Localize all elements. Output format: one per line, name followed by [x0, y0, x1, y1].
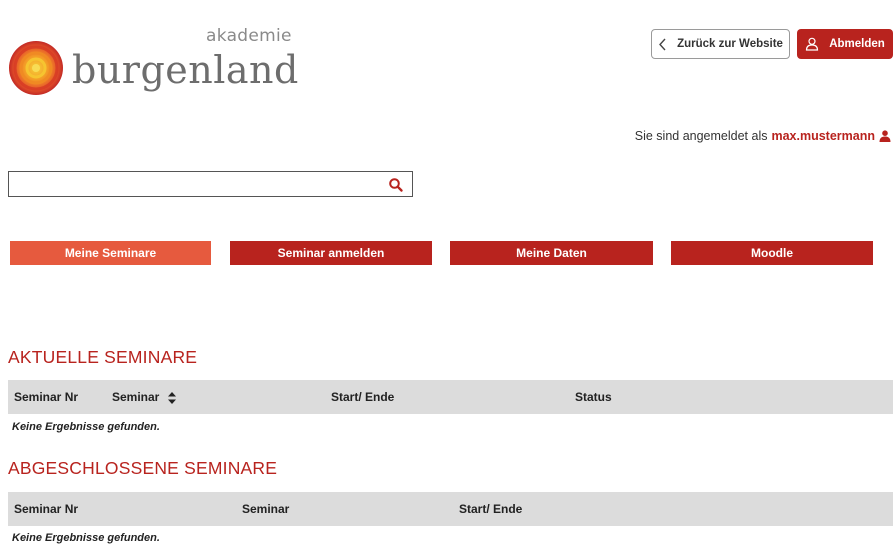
burgenland-sun-logo-icon [9, 41, 63, 95]
tab-label: Meine Seminare [64, 246, 157, 260]
column-header-seminar[interactable]: Seminar [112, 390, 177, 405]
tab-label: Seminar anmelden [277, 246, 385, 260]
user-icon [879, 130, 891, 142]
sort-icon[interactable] [167, 391, 177, 405]
finished-seminars-table-header: Seminar Nr Seminar Start/ Ende [8, 492, 893, 526]
chevron-left-icon [659, 38, 666, 50]
login-info: Sie sind angemeldet als max.mustermann [635, 129, 891, 143]
back-to-website-label: Zurück zur Website [677, 38, 783, 50]
search-box [8, 171, 413, 197]
tab-label: Meine Daten [516, 246, 587, 260]
tab-seminar-anmelden[interactable]: Seminar anmelden [230, 241, 432, 265]
user-outline-icon [806, 37, 819, 51]
tab-meine-seminare[interactable]: Meine Seminare [10, 241, 211, 265]
logo-title: burgenland [72, 48, 299, 92]
column-header-start-ende[interactable]: Start/ Ende [459, 502, 522, 516]
tab-moodle[interactable]: Moodle [671, 241, 873, 265]
tab-label: Moodle [751, 246, 793, 260]
search-icon[interactable] [388, 177, 404, 193]
column-header-start-ende[interactable]: Start/ Ende [331, 390, 394, 404]
logout-label: Abmelden [829, 38, 885, 50]
column-header-seminar-nr[interactable]: Seminar Nr [14, 502, 78, 516]
column-header-seminar[interactable]: Seminar [242, 502, 289, 516]
tab-meine-daten[interactable]: Meine Daten [450, 241, 653, 265]
column-header-label: Seminar [112, 390, 160, 404]
username[interactable]: max.mustermann [771, 129, 875, 143]
finished-seminars-heading: ABGESCHLOSSENE SEMINARE [8, 458, 278, 478]
login-prefix: Sie sind angemeldet als [634, 129, 768, 143]
current-seminars-heading: AKTUELLE SEMINARE [8, 347, 198, 367]
site-logo[interactable]: akademie burgenland [8, 26, 298, 96]
back-to-website-button[interactable]: Zurück zur Website [651, 29, 790, 59]
current-seminars-empty-message: Keine Ergebnisse gefunden. [12, 421, 160, 433]
logo-subtitle: akademie [206, 26, 292, 46]
finished-seminars-empty-message: Keine Ergebnisse gefunden. [12, 532, 160, 544]
logout-button[interactable]: Abmelden [797, 29, 893, 59]
current-seminars-table-header: Seminar Nr Seminar Start/ Ende Status [8, 380, 893, 414]
column-header-status[interactable]: Status [575, 390, 612, 404]
search-input[interactable] [13, 173, 387, 197]
column-header-seminar-nr[interactable]: Seminar Nr [14, 390, 78, 404]
